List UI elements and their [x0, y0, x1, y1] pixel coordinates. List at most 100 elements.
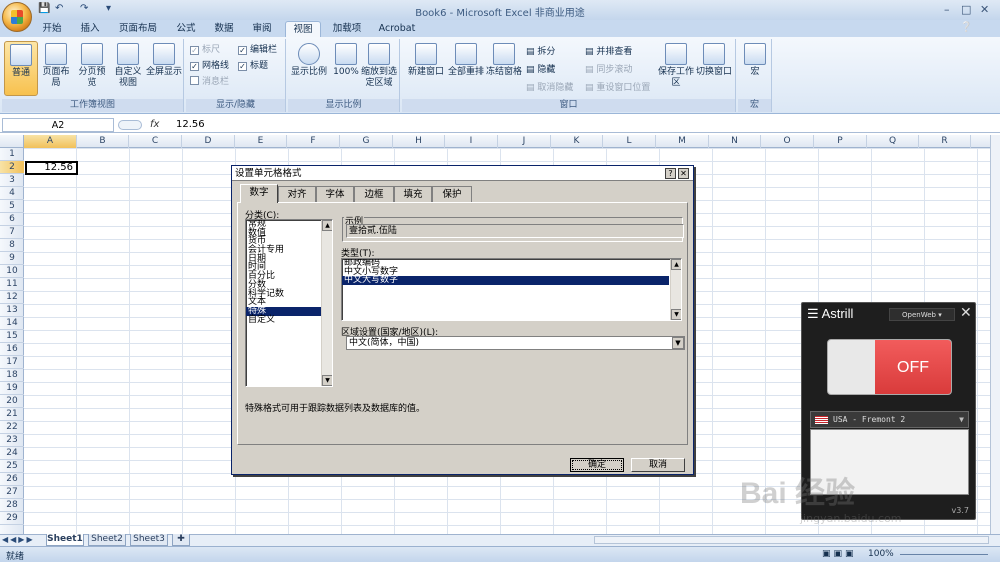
- row-header[interactable]: 2: [0, 161, 24, 174]
- save-workspace-button[interactable]: 保存工作区: [658, 41, 694, 96]
- dialog-tab-border[interactable]: 边框: [354, 186, 394, 202]
- tab-insert[interactable]: 插入: [74, 21, 106, 37]
- row-header[interactable]: 8: [0, 239, 24, 252]
- column-header[interactable]: M: [656, 135, 709, 148]
- row-header[interactable]: 14: [0, 317, 24, 330]
- column-header[interactable]: J: [498, 135, 551, 148]
- arrange-all-button[interactable]: 全部重排: [446, 41, 486, 96]
- openweb-mode-select[interactable]: OpenWeb ▾: [889, 308, 955, 321]
- dialog-tab-font[interactable]: 字体: [316, 186, 354, 202]
- tab-data[interactable]: 数据: [208, 21, 240, 37]
- locale-select[interactable]: 中文(简体，中国) ▼: [346, 336, 685, 350]
- freeze-panes-button[interactable]: 冻结窗格: [486, 41, 522, 96]
- zoom-100-button[interactable]: 100%: [329, 41, 363, 96]
- dialog-tab-alignment[interactable]: 对齐: [278, 186, 316, 202]
- type-item[interactable]: 中文大写数字: [342, 276, 669, 286]
- scroll-down-icon[interactable]: ▼: [671, 309, 681, 320]
- insert-function-icon[interactable]: fx: [150, 119, 159, 130]
- column-header[interactable]: D: [182, 135, 235, 148]
- tab-formulas[interactable]: 公式: [170, 21, 202, 37]
- tab-acrobat[interactable]: Acrobat: [374, 21, 420, 37]
- custom-views-button[interactable]: 自定义视图: [111, 41, 145, 96]
- view-shortcut-icons[interactable]: ▣▣▣: [822, 549, 857, 559]
- row-header[interactable]: 12: [0, 291, 24, 304]
- column-header[interactable]: Q: [867, 135, 919, 148]
- gridlines-checkbox[interactable]: ✓ 网格线: [190, 59, 229, 73]
- row-header[interactable]: 7: [0, 226, 24, 239]
- zoom-level[interactable]: 100%: [868, 549, 894, 559]
- column-header[interactable]: L: [603, 135, 656, 148]
- chevron-down-icon[interactable]: ▼: [672, 337, 684, 349]
- column-header[interactable]: N: [709, 135, 761, 148]
- cancel-button[interactable]: 取消: [631, 458, 685, 472]
- restore-icon[interactable]: □: [961, 3, 971, 16]
- scroll-up-icon[interactable]: ▲: [322, 220, 332, 231]
- row-header[interactable]: 3: [0, 174, 24, 187]
- select-all-corner[interactable]: [0, 135, 24, 148]
- column-header[interactable]: P: [814, 135, 867, 148]
- tab-home[interactable]: 开始: [36, 21, 68, 37]
- column-header[interactable]: K: [551, 135, 603, 148]
- new-window-button[interactable]: 新建窗口: [406, 41, 446, 96]
- sheet-nav-arrows[interactable]: ◀◀▶▶: [2, 535, 35, 544]
- row-header[interactable]: 10: [0, 265, 24, 278]
- row-header[interactable]: 20: [0, 395, 24, 408]
- formula-input[interactable]: 12.56: [176, 119, 205, 130]
- sync-scroll-button[interactable]: ▤ 同步滚动: [585, 63, 632, 77]
- row-header[interactable]: 21: [0, 408, 24, 421]
- category-scrollbar[interactable]: ▲ ▼: [321, 220, 332, 386]
- category-list[interactable]: 常规 数值 货币 会计专用 日期 时间 百分比 分数 科学记数 文本 特殊 自定义 ▲ ▼: [245, 219, 333, 387]
- name-box[interactable]: A2: [2, 118, 114, 132]
- column-header[interactable]: G: [340, 135, 393, 148]
- view-side-by-side-button[interactable]: ▤ 并排查看: [585, 45, 632, 59]
- dialog-tab-protection[interactable]: 保护: [432, 186, 472, 202]
- row-header[interactable]: 19: [0, 382, 24, 395]
- page-layout-view-button[interactable]: 页面布局: [39, 41, 73, 96]
- row-header[interactable]: 1: [0, 148, 24, 161]
- formula-controls[interactable]: [118, 120, 142, 130]
- row-header[interactable]: 26: [0, 473, 24, 486]
- normal-view-button[interactable]: 普通: [4, 41, 38, 96]
- chevron-down-icon[interactable]: ▼: [959, 412, 964, 428]
- split-button[interactable]: ▤ 拆分: [526, 45, 555, 59]
- message-bar-checkbox[interactable]: 消息栏: [190, 75, 229, 89]
- column-header[interactable]: O: [761, 135, 814, 148]
- column-header[interactable]: E: [235, 135, 287, 148]
- astrill-close-icon[interactable]: ✕: [960, 305, 972, 321]
- insert-sheet-icon[interactable]: ✚: [172, 534, 190, 546]
- row-header[interactable]: 9: [0, 252, 24, 265]
- scroll-up-icon[interactable]: ▲: [671, 259, 681, 270]
- zoom-selection-button[interactable]: 缩放到选定区域: [360, 41, 398, 96]
- close-icon[interactable]: ✕: [980, 3, 989, 16]
- column-header[interactable]: F: [287, 135, 340, 148]
- unhide-button[interactable]: ▤ 取消隐藏: [526, 81, 573, 95]
- dialog-close-icon[interactable]: ✕: [678, 168, 689, 179]
- row-header[interactable]: 6: [0, 213, 24, 226]
- office-button[interactable]: [2, 2, 32, 32]
- vpn-toggle[interactable]: OFF: [827, 339, 952, 395]
- column-header[interactable]: A: [24, 135, 77, 148]
- row-header[interactable]: 4: [0, 187, 24, 200]
- page-break-preview-button[interactable]: 分页预览: [75, 41, 109, 96]
- row-header[interactable]: 27: [0, 486, 24, 499]
- menu-icon[interactable]: ☰: [807, 306, 822, 321]
- full-screen-button[interactable]: 全屏显示: [146, 41, 182, 96]
- row-header[interactable]: 23: [0, 434, 24, 447]
- headings-checkbox[interactable]: ✓ 标题: [238, 59, 268, 73]
- column-header[interactable]: C: [129, 135, 182, 148]
- type-list[interactable]: 邮政编码 中文小写数字 中文大写数字 ▲ ▼: [341, 258, 682, 321]
- vertical-scrollbar[interactable]: [990, 135, 1000, 534]
- hide-button[interactable]: ▤ 隐藏: [526, 63, 555, 77]
- dialog-tab-fill[interactable]: 填充: [394, 186, 432, 202]
- category-item[interactable]: 自定义: [246, 315, 332, 325]
- switch-windows-button[interactable]: 切换窗口: [694, 41, 734, 96]
- tab-view[interactable]: 视图: [285, 21, 321, 37]
- row-header[interactable]: 18: [0, 369, 24, 382]
- sheet-tab-3[interactable]: Sheet3: [130, 534, 168, 546]
- horizontal-scrollbar[interactable]: [594, 536, 989, 544]
- row-header[interactable]: 29: [0, 512, 24, 525]
- row-header[interactable]: 28: [0, 499, 24, 512]
- row-header[interactable]: 25: [0, 460, 24, 473]
- tab-review[interactable]: 审阅: [246, 21, 278, 37]
- row-header[interactable]: 13: [0, 304, 24, 317]
